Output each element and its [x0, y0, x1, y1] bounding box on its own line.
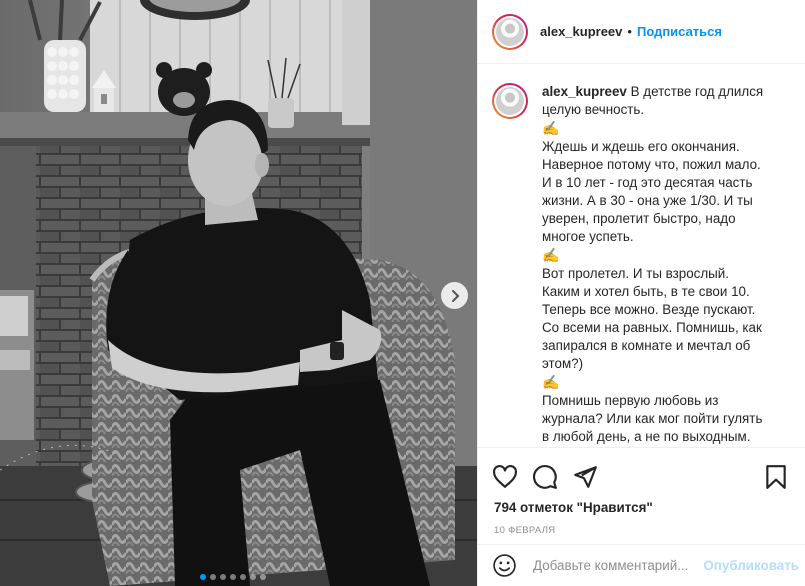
caption-username[interactable]: alex_kupreev — [542, 84, 627, 99]
caption-paragraph-2: Ждешь и ждешь его окончания. Наверное по… — [542, 139, 761, 244]
carousel-indicator — [200, 574, 266, 580]
carousel-dot — [240, 574, 246, 580]
carousel-dot — [260, 574, 266, 580]
caption-text: alex_kupreev В детстве год длился целую … — [542, 83, 767, 445]
post-image — [0, 0, 477, 586]
publish-button[interactable]: Опубликовать — [703, 558, 799, 573]
header-separator: • — [627, 24, 632, 39]
caption-paragraph-3: Вот пролетел. И ты взрослый. Каким и хот… — [542, 266, 762, 371]
comment-input[interactable] — [533, 558, 703, 573]
comment-bar: Опубликовать — [478, 544, 805, 586]
carousel-dot — [210, 574, 216, 580]
avatar[interactable] — [492, 13, 528, 50]
post-side-panel: alex_kupreev • Подписаться alex_kupreev … — [477, 0, 805, 586]
caption-paragraph-4: Помнишь первую любовь из журнала? Или ка… — [542, 393, 763, 444]
writing-hand-emoji: ✍ — [542, 374, 560, 390]
carousel-dot — [220, 574, 226, 580]
smile-icon[interactable] — [492, 553, 517, 578]
follow-button[interactable]: Подписаться — [637, 24, 722, 39]
chevron-right-icon — [451, 289, 459, 302]
carousel-next-button[interactable] — [441, 282, 468, 309]
post-date[interactable]: 10 ФЕВРАЛЯ — [478, 525, 805, 536]
likes-count[interactable]: 794 отметок "Нравится" — [478, 500, 805, 515]
comment-icon[interactable] — [532, 464, 558, 490]
post-caption: alex_kupreev В детстве год длился целую … — [492, 83, 805, 445]
post-actions: 794 отметок "Нравится" 10 ФЕВРАЛЯ — [478, 447, 805, 547]
carousel-dot — [230, 574, 236, 580]
bookmark-icon[interactable] — [763, 464, 789, 490]
heart-icon[interactable] — [492, 464, 518, 490]
post-photo[interactable] — [0, 0, 477, 586]
carousel-dot — [200, 574, 206, 580]
header-username[interactable]: alex_kupreev — [540, 24, 622, 39]
writing-hand-emoji: ✍ — [542, 247, 560, 263]
writing-hand-emoji: ✍ — [542, 120, 560, 136]
caption-avatar[interactable] — [492, 83, 528, 119]
share-icon[interactable] — [572, 464, 598, 490]
post-header: alex_kupreev • Подписаться — [478, 0, 805, 64]
carousel-dot — [250, 574, 256, 580]
